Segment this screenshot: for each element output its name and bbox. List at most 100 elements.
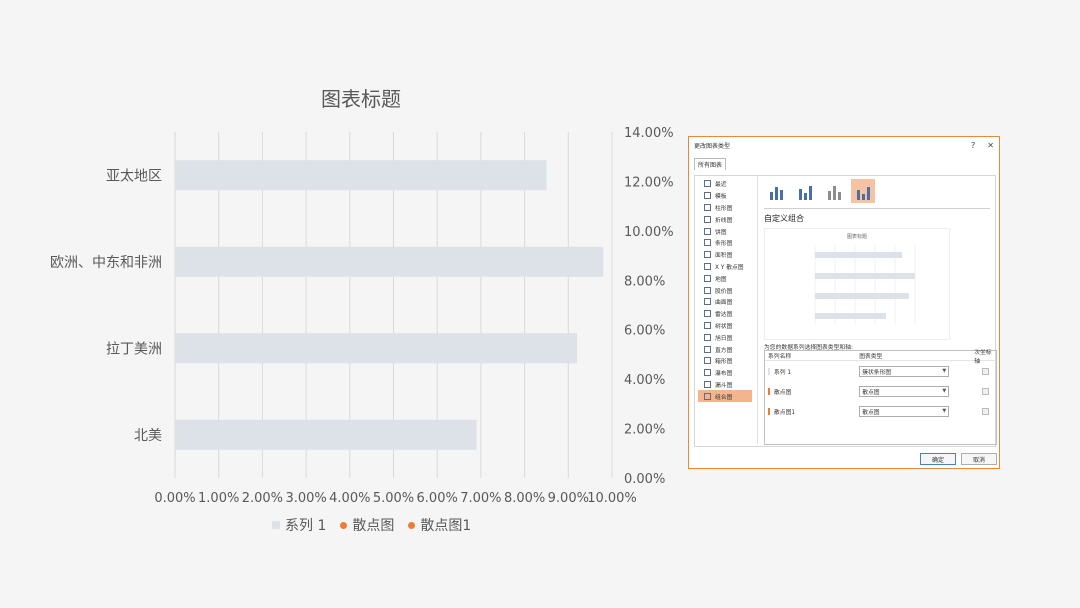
chart-category-item[interactable]: 漏斗图 (698, 379, 752, 391)
chart-category-label: 箱形图 (715, 359, 733, 366)
chart-category-item[interactable]: 地图 (698, 272, 752, 284)
chart-category-item[interactable]: 最近 (698, 178, 752, 190)
legend-label: 系列 1 (285, 518, 327, 534)
chevron-down-icon: ▼ (942, 388, 947, 394)
chart-category-item[interactable]: 箱形图 (698, 355, 752, 367)
chart-category-item[interactable]: 雷达图 (698, 308, 752, 320)
chart-category-icon (704, 262, 711, 270)
col-chart-type: 图表类型 (859, 354, 883, 360)
chart-category-icon (704, 203, 711, 211)
preview-bars (814, 245, 916, 325)
secondary-y-tick-label: 14.00% (624, 126, 674, 141)
category-label: 亚太地区 (106, 168, 162, 184)
secondary-y-tick-label: 10.00% (624, 225, 674, 240)
chart-category-label: 旭日图 (715, 335, 733, 342)
series-color-swatch (768, 407, 770, 415)
chart-category-item[interactable]: 股价图 (698, 284, 752, 296)
series-name: 散点图 (774, 389, 792, 396)
series-grid-header: 系列名称 图表类型 次坐标轴 (765, 350, 996, 365)
chart-title: 图表标题 (321, 87, 401, 111)
x-tick-label: 5.00% (373, 491, 414, 506)
chart-category-item[interactable]: 旭日图 (698, 331, 752, 343)
chart-category-item[interactable]: 瀑布图 (698, 367, 752, 379)
chart-category-icon (704, 333, 711, 341)
chart-category-label: 饼图 (715, 229, 727, 236)
ok-button[interactable]: 确定 (920, 453, 956, 465)
change-chart-type-dialog: 更改图表类型 ? ✕ 所有图表 最近模板 柱形图折线图饼图 条形图面积图 X Y 散点… (688, 136, 1000, 469)
series-grid: 系列名称 图表类型 次坐标轴 系列 1 簇状条形图 ▼ 散点图 散点图 ▼ 散点图1 散点图 ▼ (764, 350, 997, 445)
secondary-y-tick-label: 4.00% (624, 373, 665, 388)
secondary-axis-checkbox[interactable] (981, 387, 989, 395)
bar (175, 160, 547, 191)
chart-category-icon (704, 298, 711, 306)
chart-category-item[interactable]: 树状图 (698, 320, 752, 332)
combo-type-custom-icon[interactable] (851, 179, 875, 203)
chart-category-item[interactable]: 直方图 (698, 343, 752, 355)
chart-category-icon (704, 227, 711, 235)
category-label: 欧洲、中东和非洲 (50, 255, 162, 271)
divider (764, 208, 990, 209)
x-tick-label: 8.00% (504, 491, 545, 506)
chart-category-icon (704, 380, 711, 388)
legend-item: 散点图 (340, 515, 394, 535)
chart-category-label: 瀑布图 (715, 371, 733, 378)
cancel-button[interactable]: 取消 (961, 453, 997, 465)
series-name-cell: 散点图1 (765, 407, 859, 416)
category-label: 拉丁美洲 (106, 341, 162, 357)
series-color-swatch (768, 367, 770, 375)
chart-category-item[interactable]: 柱形图 (698, 202, 752, 214)
chart-category-icon (704, 215, 711, 223)
chevron-down-icon: ▼ (942, 368, 947, 374)
chart-category-label: 最近 (715, 182, 727, 189)
x-tick-label: 10.00% (587, 491, 637, 506)
series-row: 散点图1 散点图 ▼ (765, 401, 996, 421)
series-row: 散点图 散点图 ▼ (765, 381, 996, 401)
chart-category-label: 地图 (715, 276, 727, 283)
chart-category-icon (704, 180, 711, 188)
x-tick-label: 9.00% (548, 491, 589, 506)
combo-type-area-column-icon[interactable] (822, 179, 846, 203)
combo-type-column-line-secondary-icon[interactable] (793, 179, 817, 203)
x-tick-label: 3.00% (285, 491, 326, 506)
help-button[interactable]: ? (971, 141, 975, 150)
secondary-axis-checkbox[interactable] (981, 367, 989, 375)
chart-category-item[interactable]: 组合图 (698, 390, 752, 403)
series-color-swatch (768, 387, 770, 395)
chart-category-item[interactable]: 饼图 (698, 225, 752, 237)
legend-swatch (340, 521, 348, 529)
chart-category-item[interactable]: X Y 散点图 (698, 261, 752, 273)
series-name-cell: 散点图 (765, 387, 859, 396)
chart-category-item[interactable]: 条形图 (698, 237, 752, 249)
chart-category-label: 雷达图 (715, 312, 733, 319)
close-button[interactable]: ✕ (987, 141, 994, 150)
secondary-y-tick-label: 0.00% (624, 472, 665, 487)
chart-category-icon (704, 357, 711, 365)
category-label: 北美 (134, 428, 162, 444)
combo-type-clustered-column-line-icon[interactable] (764, 179, 788, 203)
chart-category-label: 树状图 (715, 323, 733, 330)
secondary-axis-checkbox[interactable] (981, 407, 989, 415)
dialog-body: 最近模板 柱形图折线图饼图 条形图面积图 X Y 散点图地图 股价图 曲面图雷达图树状图旭… (694, 175, 997, 447)
chart-type-select[interactable]: 散点图 ▼ (859, 385, 950, 397)
chart-category-icon (704, 392, 711, 400)
chart-type-select[interactable]: 簇状条形图 ▼ (859, 365, 950, 377)
legend-swatch (408, 521, 416, 529)
chart-category-item[interactable]: 面积图 (698, 249, 752, 261)
chart-category-item[interactable]: 折线图 (698, 213, 752, 225)
chart-category-icon (704, 345, 711, 353)
chart-category-label: 折线图 (715, 217, 733, 224)
chart-category-label: 模板 (715, 194, 727, 201)
chart-category-item[interactable]: 模板 (698, 190, 752, 202)
chart-category-icon (704, 251, 711, 259)
chart-category-item[interactable]: 曲面图 (698, 296, 752, 308)
chart-category-label: 面积图 (715, 253, 733, 260)
dialog-title: 更改图表类型 (694, 142, 731, 150)
tab-all-charts[interactable]: 所有图表 (694, 158, 727, 170)
chart-type-select[interactable]: 散点图 ▼ (859, 405, 950, 417)
x-tick-label: 6.00% (417, 491, 458, 506)
chart-category-list: 最近模板 柱形图折线图饼图 条形图面积图 X Y 散点图地图 股价图 曲面图雷达图树状图旭… (698, 178, 752, 443)
chart-category-label: 组合图 (715, 394, 733, 401)
x-tick-label: 1.00% (198, 491, 239, 506)
chart-preview: 图表标题 (764, 228, 950, 340)
chevron-down-icon: ▼ (942, 408, 947, 414)
